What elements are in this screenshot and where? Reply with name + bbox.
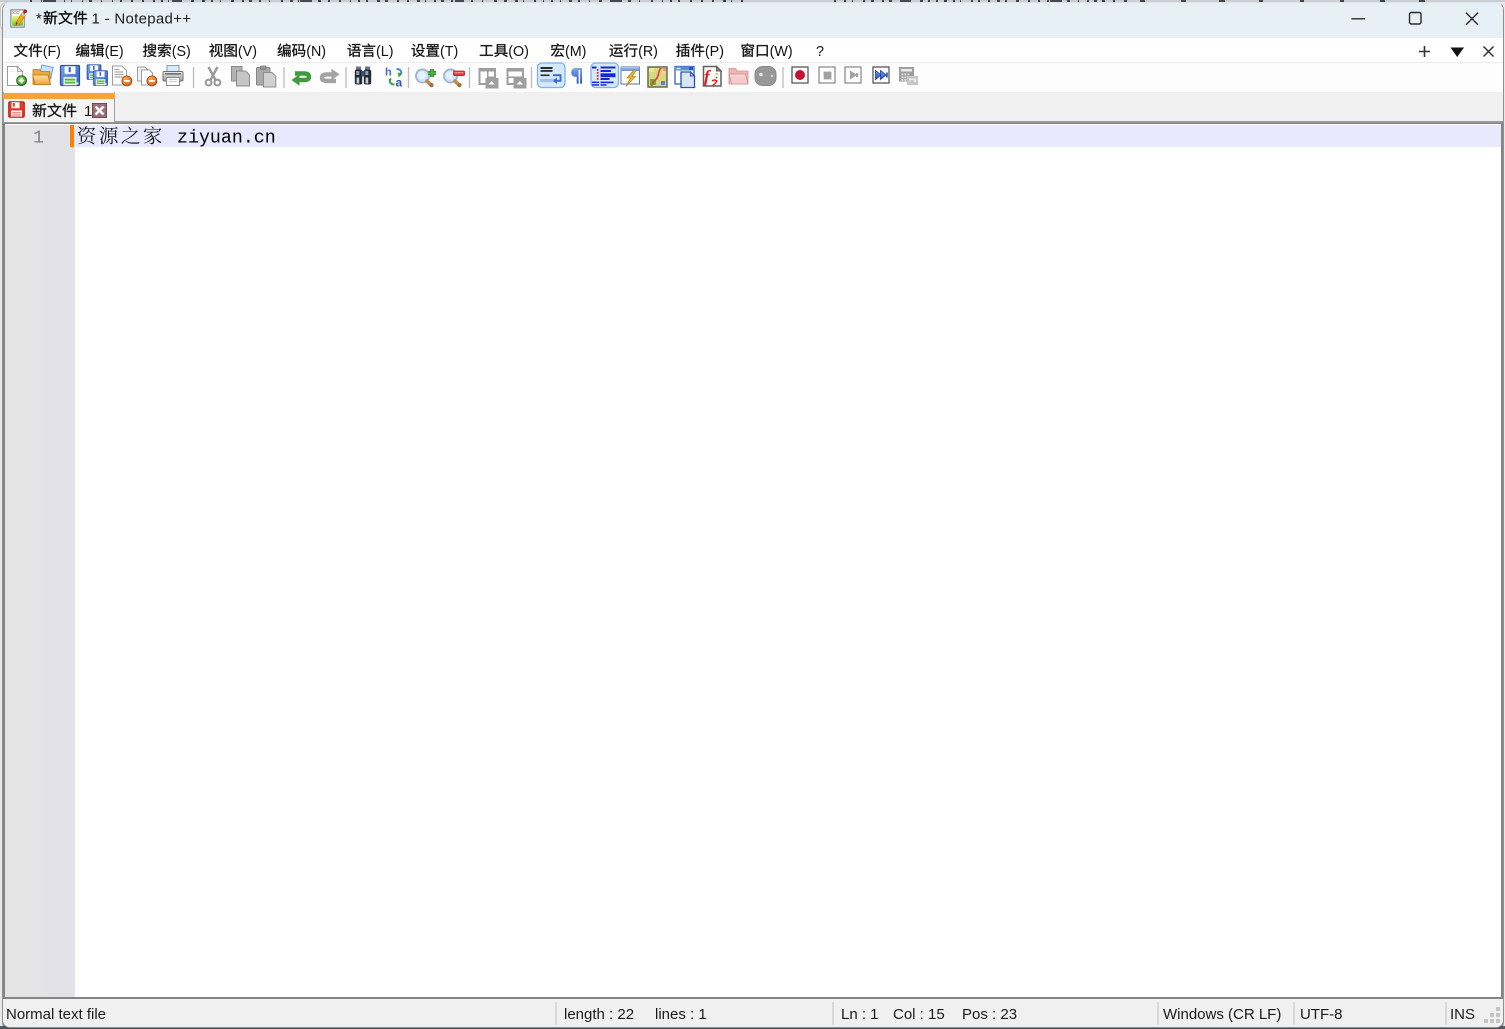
svg-text:Windows (CR LF): Windows (CR LF) [1163, 1006, 1281, 1023]
svg-text:Normal text file: Normal text file [6, 1006, 106, 1023]
svg-text:(M): (M) [565, 44, 586, 60]
svg-text:(O): (O) [508, 44, 529, 60]
svg-text:Ln : 1: Ln : 1 [841, 1006, 879, 1023]
svg-text:length : 22: length : 22 [564, 1006, 634, 1023]
svg-text:(W): (W) [770, 44, 793, 60]
svg-text:UTF-8: UTF-8 [1300, 1006, 1343, 1023]
svg-text:lines : 1: lines : 1 [655, 1006, 707, 1023]
svg-text:(T): (T) [440, 44, 458, 60]
svg-text:Pos : 23: Pos : 23 [962, 1006, 1017, 1023]
svg-text:?: ? [816, 44, 824, 60]
svg-text:(P): (P) [705, 44, 724, 60]
svg-text:uc: uc [910, 78, 914, 83]
svg-text:1: 1 [33, 129, 44, 149]
svg-text:(R): (R) [638, 44, 658, 60]
svg-text:Col : 15: Col : 15 [893, 1006, 945, 1023]
svg-text:ziyuan.cn: ziyuan.cn [177, 129, 276, 149]
svg-text:INS: INS [1450, 1006, 1475, 1023]
